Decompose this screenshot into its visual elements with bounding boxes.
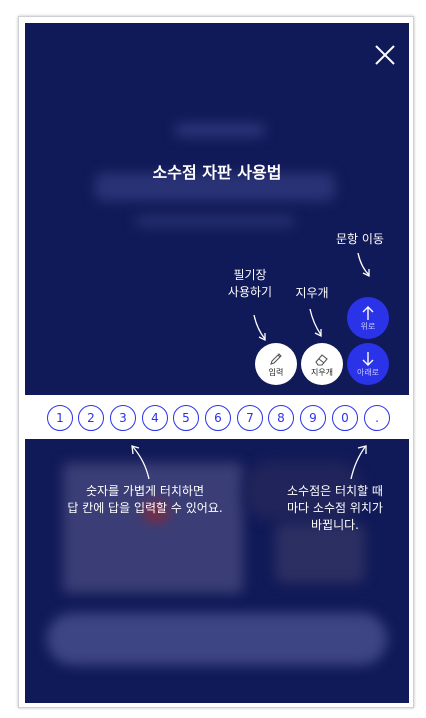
notepad-annotation-line1: 필기장	[233, 268, 267, 282]
blurred-submit-button	[47, 613, 387, 665]
numbers-annotation-line2: 답 칸에 답을 입력할 수 있어요.	[67, 501, 223, 515]
modal-frame: 소수점 자판 사용법 문항 이동 필기장 사용하기 지우개 입력 지우개 위로 …	[18, 16, 414, 708]
notepad-annotation: 필기장 사용하기	[215, 267, 285, 301]
key-2[interactable]: 2	[78, 405, 104, 431]
move-question-annotation: 문항 이동	[336, 232, 384, 246]
key-6[interactable]: 6	[205, 405, 231, 431]
decimal-annotation-line1: 소수점은 터치할 때	[287, 484, 383, 498]
decimal-annotation-line2: 마다 소수점 위치가	[287, 501, 383, 515]
tutorial-overlay: 소수점 자판 사용법 문항 이동 필기장 사용하기 지우개 입력 지우개 위로 …	[25, 23, 409, 703]
pointer-arrow-icon	[131, 445, 150, 480]
key-7[interactable]: 7	[237, 405, 263, 431]
down-button-label: 아래로	[356, 368, 380, 377]
key-5[interactable]: 5	[173, 405, 199, 431]
blurred-question-subtitle	[135, 215, 295, 227]
close-icon	[375, 45, 395, 65]
arrow-up-icon	[362, 306, 374, 320]
arrow-down-icon	[362, 352, 374, 366]
page-title: 소수점 자판 사용법	[152, 163, 282, 182]
pointer-arrow-icon	[253, 314, 266, 342]
up-button-label: 위로	[360, 322, 376, 331]
numbers-annotation: 숫자를 가볍게 터치하면 답 칸에 답을 입력할 수 있어요.	[45, 483, 245, 517]
eraser-button[interactable]: 지우개	[301, 343, 343, 385]
pointer-arrow-icon	[357, 252, 370, 278]
key-9[interactable]: 9	[300, 405, 326, 431]
pointer-arrow-icon	[309, 308, 322, 338]
decimal-annotation: 소수점은 터치할 때 마다 소수점 위치가 바뀝니다.	[275, 483, 395, 534]
key-0[interactable]: 0	[332, 405, 358, 431]
move-up-button[interactable]: 위로	[347, 297, 389, 339]
eraser-button-label: 지우개	[310, 368, 334, 377]
notepad-annotation-line2: 사용하기	[227, 285, 273, 299]
eraser-icon	[315, 354, 328, 366]
move-down-button[interactable]: 아래로	[347, 343, 389, 385]
key-3[interactable]: 3	[110, 405, 136, 431]
numbers-annotation-line1: 숫자를 가볍게 터치하면	[85, 484, 205, 498]
blurred-header-text	[175, 123, 265, 137]
close-button[interactable]	[371, 41, 399, 69]
eraser-annotation: 지우개	[295, 286, 329, 300]
key-4[interactable]: 4	[142, 405, 168, 431]
key-decimal-point[interactable]: .	[364, 405, 390, 431]
input-button-label: 입력	[268, 368, 284, 377]
number-keypad: 1 2 3 4 5 6 7 8 9 0 .	[25, 395, 409, 439]
key-1[interactable]: 1	[47, 405, 73, 431]
key-8[interactable]: 8	[268, 405, 294, 431]
input-pen-button[interactable]: 입력	[255, 343, 297, 385]
pointer-arrow-icon	[350, 445, 367, 480]
pencil-icon	[270, 353, 282, 365]
decimal-annotation-line3: 바뀝니다.	[311, 518, 359, 532]
